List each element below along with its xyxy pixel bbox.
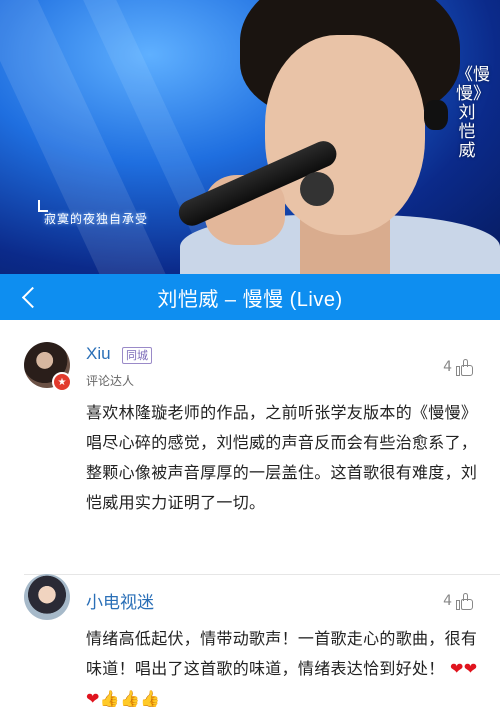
singer-face (265, 35, 425, 235)
user-role: 评论达人 (86, 374, 135, 388)
video-vertical-title: 《慢慢》刘恺威 (456, 65, 490, 161)
lyric-subtitle: 寂寞的夜独自承受 (44, 212, 149, 226)
comment-text: 喜欢林隆璇老师的作品，之前听张学友版本的《慢慢》唱尽心碎的感觉，刘恺威的声音反而… (86, 403, 478, 512)
divider (24, 574, 500, 575)
comment-text-body: 情绪高低起伏，情带动歌声！一首歌走心的歌曲，很有味道！唱出了这首歌的味道，情绪表… (86, 629, 478, 678)
thumbs-up-icon (456, 592, 474, 610)
avatar[interactable] (24, 574, 70, 620)
video-player[interactable]: 《慢慢》刘恺威 寂寞的夜独自承受 (0, 0, 500, 274)
comment-text: 情绪高低起伏，情带动歌声！一首歌走心的歌曲，很有味道！唱出了这首歌的味道，情绪表… (86, 624, 482, 714)
song-title: 刘恺威 – 慢慢 (Live) (157, 288, 343, 311)
comment-username[interactable]: Xiu (86, 344, 111, 364)
microphone-head (300, 172, 334, 206)
back-button[interactable] (14, 282, 44, 312)
thumbs-up-emoji-icon: 👍👍👍 (99, 689, 161, 708)
like-button[interactable]: 4 (443, 358, 474, 376)
nav-bar: 刘恺威 – 慢慢 (Live) (0, 274, 500, 320)
in-ear-monitor (424, 100, 448, 130)
location-tag: 同城 (122, 347, 152, 364)
star-badge-icon: ★ (52, 372, 72, 392)
thumbs-up-icon (456, 358, 474, 376)
like-count: 4 (443, 593, 452, 609)
comment-username[interactable]: 小电视迷 (86, 588, 154, 613)
chevron-left-icon (21, 286, 43, 308)
like-button[interactable]: 4 (443, 592, 474, 610)
like-count: 4 (443, 359, 452, 375)
